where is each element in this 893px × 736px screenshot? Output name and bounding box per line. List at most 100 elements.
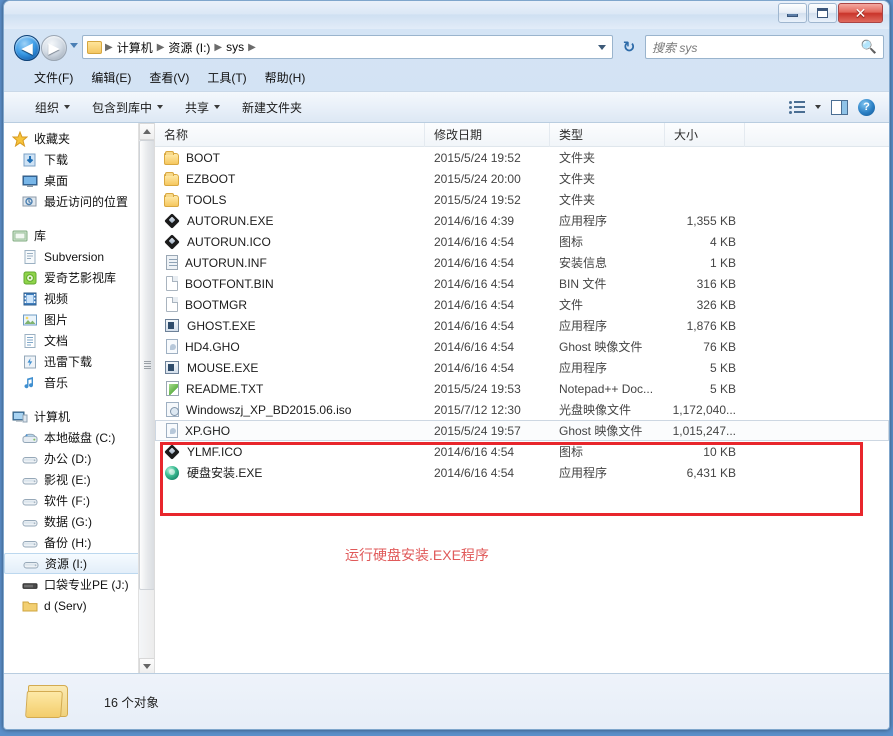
- sidebar-item-下载[interactable]: 下载: [4, 149, 154, 170]
- file-date-cell: 2015/5/24 19:53: [425, 382, 550, 396]
- table-row[interactable]: MOUSE.EXE2014/6/16 4:54应用程序5 KB: [155, 357, 889, 378]
- share-button[interactable]: 共享: [176, 95, 229, 120]
- table-row[interactable]: BOOT2015/5/24 19:52文件夹: [155, 147, 889, 168]
- file-size-cell: 5 KB: [665, 361, 745, 375]
- music-icon: [22, 375, 38, 391]
- menu-tools[interactable]: 工具(T): [199, 67, 254, 88]
- column-header-name[interactable]: 名称: [155, 123, 425, 147]
- diamond-icon: [164, 444, 179, 459]
- title-bar: ✕: [4, 1, 889, 29]
- table-row[interactable]: BOOTFONT.BIN2014/6/16 4:54BIN 文件316 KB: [155, 273, 889, 294]
- sidebar-item-label: 迅雷下载: [44, 353, 92, 370]
- preview-pane-icon[interactable]: [831, 100, 848, 115]
- history-dropdown-icon[interactable]: [70, 43, 78, 48]
- sidebar-item-视频[interactable]: 视频: [4, 288, 154, 309]
- table-row[interactable]: XP.GHO2015/5/24 19:57Ghost 映像文件1,015,247…: [155, 420, 889, 441]
- sidebar-item-d-serv-[interactable]: d (Serv): [4, 595, 154, 616]
- menu-view[interactable]: 查看(V): [141, 67, 197, 88]
- sidebar-item-最近访问的位置[interactable]: 最近访问的位置: [4, 191, 154, 212]
- table-row[interactable]: Windowszj_XP_BD2015.06.iso2015/7/12 12:3…: [155, 399, 889, 420]
- sidebar-item-label: 下载: [44, 151, 68, 168]
- view-dropdown-icon[interactable]: [815, 105, 821, 109]
- nav-group-header-2[interactable]: 计算机: [4, 406, 154, 427]
- close-button[interactable]: ✕: [838, 3, 883, 23]
- sidebar-item-label: 软件 (F:): [44, 492, 90, 509]
- file-date-cell: 2014/6/16 4:39: [425, 214, 550, 228]
- menu-edit[interactable]: 编辑(E): [83, 67, 139, 88]
- back-button[interactable]: ◀: [14, 35, 40, 61]
- app-icon: [165, 361, 179, 374]
- column-header-size[interactable]: 大小: [665, 123, 745, 147]
- nav-group-header-0[interactable]: 收藏夹: [4, 128, 154, 149]
- sidebar-item-软件-f-[interactable]: 软件 (F:): [4, 490, 154, 511]
- file-date-cell: 2015/5/24 19:52: [425, 151, 550, 165]
- scroll-up-button[interactable]: [139, 123, 154, 140]
- sidebar-item-爱奇艺影视库[interactable]: 爱奇艺影视库: [4, 267, 154, 288]
- refresh-button[interactable]: ↻: [617, 35, 641, 59]
- table-row[interactable]: AUTORUN.ICO2014/6/16 4:54图标4 KB: [155, 231, 889, 252]
- gho-icon: [166, 423, 178, 438]
- sidebar-item-label: 办公 (D:): [44, 450, 91, 467]
- sidebar-item-本地磁盘-c-[interactable]: 本地磁盘 (C:): [4, 427, 154, 448]
- table-row[interactable]: HD4.GHO2014/6/16 4:54Ghost 映像文件76 KB: [155, 336, 889, 357]
- table-row[interactable]: TOOLS2015/5/24 19:52文件夹: [155, 189, 889, 210]
- nav-group-header-1[interactable]: 库: [4, 225, 154, 246]
- sidebar-item-资源-i-[interactable]: 资源 (I:): [4, 553, 154, 574]
- forward-arrow-icon: ▶: [48, 41, 60, 56]
- table-row[interactable]: AUTORUN.EXE2014/6/16 4:39应用程序1,355 KB: [155, 210, 889, 231]
- column-header-date[interactable]: 修改日期: [425, 123, 550, 147]
- navigation-scrollbar[interactable]: [138, 123, 154, 675]
- menu-file[interactable]: 文件(F): [26, 67, 81, 88]
- search-box[interactable]: 搜索 sys 🔍: [645, 35, 884, 59]
- sidebar-item-文档[interactable]: 文档: [4, 330, 154, 351]
- table-row[interactable]: EZBOOT2015/5/24 20:00文件夹: [155, 168, 889, 189]
- file-date-cell: 2015/7/12 12:30: [425, 403, 550, 417]
- table-row[interactable]: BOOTMGR2014/6/16 4:54文件326 KB: [155, 294, 889, 315]
- sidebar-item-办公-d-[interactable]: 办公 (D:): [4, 448, 154, 469]
- search-input[interactable]: 搜索 sys: [652, 39, 861, 56]
- refresh-icon: ↻: [623, 38, 636, 56]
- sidebar-item-数据-g-[interactable]: 数据 (G:): [4, 511, 154, 532]
- maximize-button[interactable]: [808, 3, 837, 23]
- table-row[interactable]: AUTORUN.INF2014/6/16 4:54安装信息1 KB: [155, 252, 889, 273]
- sidebar-item-口袋专业pe-j-[interactable]: 口袋专业PE (J:): [4, 574, 154, 595]
- window-controls: ✕: [778, 3, 883, 23]
- table-row[interactable]: 硬盘安装.EXE2014/6/16 4:54应用程序6,431 KB: [155, 462, 889, 483]
- table-row[interactable]: YLMF.ICO2014/6/16 4:54图标10 KB: [155, 441, 889, 462]
- view-options-icon[interactable]: [789, 101, 805, 114]
- file-name-label: TOOLS: [186, 193, 226, 207]
- column-header-type[interactable]: 类型: [550, 123, 665, 147]
- new-folder-button[interactable]: 新建文件夹: [233, 95, 311, 120]
- table-row[interactable]: GHOST.EXE2014/6/16 4:54应用程序1,876 KB: [155, 315, 889, 336]
- chevron-down-icon[interactable]: [598, 45, 606, 50]
- sidebar-item-桌面[interactable]: 桌面: [4, 170, 154, 191]
- minimize-button[interactable]: [778, 3, 807, 23]
- sidebar-item-图片[interactable]: 图片: [4, 309, 154, 330]
- sidebar-item-label: 数据 (G:): [44, 513, 92, 530]
- sidebar-item-label: 资源 (I:): [45, 555, 87, 572]
- organize-button[interactable]: 组织: [26, 95, 79, 120]
- help-icon[interactable]: ?: [858, 99, 875, 116]
- breadcrumb-item-computer[interactable]: 计算机: [114, 38, 156, 57]
- sidebar-item-label: 备份 (H:): [44, 534, 91, 551]
- breadcrumb-bar[interactable]: ▶ 计算机 ▶ 资源 (I:) ▶ sys ▶: [82, 35, 613, 59]
- include-in-library-button[interactable]: 包含到库中: [83, 95, 172, 120]
- breadcrumb-item-drive[interactable]: 资源 (I:): [165, 38, 213, 57]
- sidebar-item-备份-h-[interactable]: 备份 (H:): [4, 532, 154, 553]
- file-size-cell: 1,172,040...: [665, 403, 745, 417]
- file-type-cell: BIN 文件: [550, 275, 665, 292]
- file-size-cell: 1 KB: [665, 256, 745, 270]
- file-name-cell: BOOT: [155, 151, 425, 165]
- file-size-cell: 1,355 KB: [665, 214, 745, 228]
- forward-button[interactable]: ▶: [41, 35, 67, 61]
- file-date-cell: 2014/6/16 4:54: [425, 235, 550, 249]
- scrollbar-thumb[interactable]: [139, 140, 154, 590]
- breadcrumb-item-sys[interactable]: sys: [223, 39, 247, 55]
- sidebar-item-影视-e-[interactable]: 影视 (E:): [4, 469, 154, 490]
- menu-help[interactable]: 帮助(H): [257, 67, 314, 88]
- sidebar-item-音乐[interactable]: 音乐: [4, 372, 154, 393]
- table-row[interactable]: README.TXT2015/5/24 19:53Notepad++ Doc..…: [155, 378, 889, 399]
- sidebar-item-subversion[interactable]: Subversion: [4, 246, 154, 267]
- file-name-cell: TOOLS: [155, 193, 425, 207]
- sidebar-item-迅雷下载[interactable]: 迅雷下载: [4, 351, 154, 372]
